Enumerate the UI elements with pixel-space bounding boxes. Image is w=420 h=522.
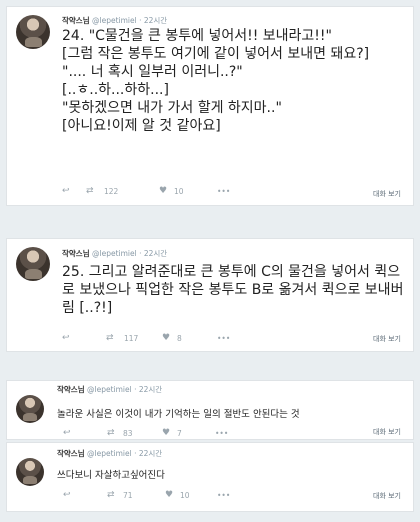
tweet-line: [그럼 작은 봉투도 여기에 같이 넣어서 보내면 돼요?] [62, 46, 370, 62]
retweet-count: 117 [124, 334, 139, 343]
author-name[interactable]: 작약스님 [62, 249, 90, 258]
avatar[interactable] [16, 458, 44, 486]
tweet-header: 작약스님 @lepetimiel · 22시간 [62, 248, 167, 259]
retweet-count: 122 [104, 187, 119, 196]
reply-icon[interactable]: ↩ [63, 490, 71, 500]
view-conversation-link[interactable]: 대화 보기 [373, 189, 401, 199]
tweet-header: 작약스님 @lepetimiel · 22시간 [57, 384, 162, 395]
view-conversation-link[interactable]: 대화 보기 [373, 334, 401, 344]
tweet-line: [아니요!이제 알 것 같아요] [62, 118, 221, 134]
tweet-header: 작약스님 @lepetimiel · 22시간 [62, 15, 167, 26]
retweet-icon[interactable]: ⇄ [86, 186, 94, 196]
like-count: 10 [180, 491, 190, 500]
author-name[interactable]: 작약스님 [57, 385, 85, 394]
author-handle[interactable]: @lepetimiel [92, 249, 137, 258]
heart-icon[interactable]: ♥ [165, 490, 173, 500]
view-conversation-link[interactable]: 대화 보기 [373, 427, 401, 437]
tweet-text: 24. "C물건을 큰 봉투에 넣어서!! 보내라고!!" [그럼 작은 봉투도… [62, 27, 408, 135]
more-icon[interactable]: ••• [217, 491, 230, 500]
tweet-line: "못하겠으면 내가 가서 할게 하지마.." [62, 100, 282, 116]
author-name[interactable]: 작약스님 [57, 449, 85, 458]
tweet-text: 25. 그리고 알려준대로 큰 봉투에 C의 물건을 넣어서 퀵으로 보냈으나 … [62, 263, 408, 317]
author-name[interactable]: 작약스님 [62, 16, 90, 25]
avatar[interactable] [16, 247, 50, 281]
avatar[interactable] [16, 395, 44, 423]
tweet-line: [..ㅎ..하...하하...] [62, 82, 169, 98]
tweet-header: 작약스님 @lepetimiel · 22시간 [57, 448, 162, 459]
tweet-card: 작약스님 @lepetimiel · 22시간 25. 그리고 알려준대로 큰 … [6, 238, 414, 352]
heart-icon[interactable]: ♥ [159, 186, 167, 196]
tweet-text: 쓰다보니 자살하고싶어진다 [57, 470, 165, 481]
tweet-card: 작약스님 @lepetimiel · 22시간 쓰다보니 자살하고싶어진다 ↩ … [6, 442, 414, 512]
like-count: 10 [174, 187, 184, 196]
tweet-time[interactable]: · 22시간 [134, 385, 162, 394]
heart-icon[interactable]: ♥ [162, 333, 170, 343]
tweet-card: 작약스님 @lepetimiel · 22시간 놀라운 사실은 이것이 내가 기… [6, 380, 414, 440]
more-icon[interactable]: ••• [215, 429, 228, 438]
avatar[interactable] [16, 15, 50, 49]
author-handle[interactable]: @lepetimiel [92, 16, 137, 25]
like-count: 7 [177, 429, 182, 438]
tweet-card: 작약스님 @lepetimiel · 22시간 24. "C물건을 큰 봉투에 … [6, 6, 414, 206]
more-icon[interactable]: ••• [217, 334, 230, 343]
retweet-count: 71 [123, 491, 133, 500]
retweet-icon[interactable]: ⇄ [107, 490, 115, 500]
tweet-line: 24. "C물건을 큰 봉투에 넣어서!! 보내라고!!" [62, 28, 332, 44]
author-handle[interactable]: @lepetimiel [87, 449, 132, 458]
retweet-icon[interactable]: ⇄ [107, 428, 115, 438]
more-icon[interactable]: ••• [217, 187, 230, 196]
tweet-time[interactable]: · 22시간 [139, 249, 167, 258]
retweet-icon[interactable]: ⇄ [106, 333, 114, 343]
tweet-time[interactable]: · 22시간 [139, 16, 167, 25]
heart-icon[interactable]: ♥ [162, 428, 170, 438]
author-handle[interactable]: @lepetimiel [87, 385, 132, 394]
reply-icon[interactable]: ↩ [63, 428, 71, 438]
reply-icon[interactable]: ↩ [62, 186, 70, 196]
retweet-count: 83 [123, 429, 133, 438]
tweet-line: 25. 그리고 알려준대로 큰 봉투에 C의 물건을 넣어서 퀵으로 보냈으나 … [62, 264, 404, 316]
tweet-time[interactable]: · 22시간 [134, 449, 162, 458]
view-conversation-link[interactable]: 대화 보기 [373, 491, 401, 501]
reply-icon[interactable]: ↩ [62, 333, 70, 343]
tweet-line: ".... 너 혹시 일부러 이러니..?" [62, 64, 243, 80]
tweet-text: 놀라운 사실은 이것이 내가 기억하는 일의 절반도 안된다는 것 [57, 409, 300, 420]
like-count: 8 [177, 334, 182, 343]
